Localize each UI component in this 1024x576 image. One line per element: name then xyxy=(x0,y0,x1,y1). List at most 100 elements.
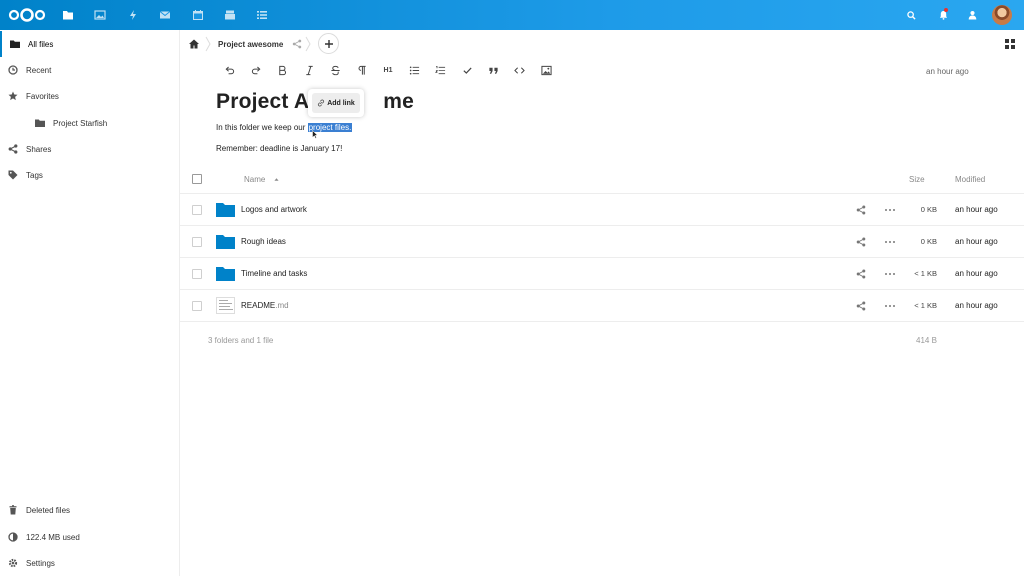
breadcrumb-current[interactable]: Project awesome xyxy=(218,40,283,49)
breadcrumb-separator-icon xyxy=(205,36,211,52)
more-options-icon[interactable] xyxy=(884,269,896,279)
quota-icon xyxy=(8,532,18,542)
tag-icon xyxy=(8,170,18,180)
sidebar-item-deleted-files[interactable]: Deleted files xyxy=(0,497,179,523)
paragraph-icon[interactable] xyxy=(354,63,368,77)
add-link-label: Add link xyxy=(327,99,355,107)
share-icon[interactable] xyxy=(856,237,866,247)
file-name[interactable]: Rough ideas xyxy=(241,237,286,246)
sidebar-item-label: Settings xyxy=(26,559,55,568)
mail-icon[interactable] xyxy=(156,6,174,24)
share-icon[interactable] xyxy=(856,269,866,279)
checklist-icon[interactable] xyxy=(460,63,474,77)
file-modified: an hour ago xyxy=(955,237,998,246)
column-header-name[interactable]: Name xyxy=(244,175,265,184)
share-icon xyxy=(8,144,18,154)
star-icon xyxy=(8,91,18,101)
photos-icon[interactable] xyxy=(91,6,109,24)
sort-ascending-icon xyxy=(274,178,279,181)
search-icon[interactable] xyxy=(904,8,918,22)
share-icon[interactable] xyxy=(856,205,866,215)
file-name[interactable]: Timeline and tasks xyxy=(241,269,307,278)
more-options-icon[interactable] xyxy=(884,237,896,247)
document-paragraph[interactable]: In this folder we keep our project files… xyxy=(216,123,353,132)
sidebar-item-shares[interactable]: Shares xyxy=(0,136,179,162)
sidebar-item-quota: 122.4 MB used xyxy=(0,524,179,550)
document-paragraph[interactable]: Remember: deadline is January 17! xyxy=(216,144,342,153)
table-row[interactable]: README.md < 1 KB an hour ago xyxy=(180,290,1024,322)
table-row[interactable]: Timeline and tasks < 1 KB an hour ago xyxy=(180,258,1024,290)
file-modified: an hour ago xyxy=(955,301,998,310)
file-name[interactable]: Logos and artwork xyxy=(241,205,307,214)
share-icon[interactable] xyxy=(856,301,866,311)
document-thumbnail-icon xyxy=(216,297,235,314)
table-row[interactable]: Rough ideas 0 KB an hour ago xyxy=(180,226,1024,258)
sidebar-item-label: Tags xyxy=(26,171,43,180)
row-checkbox[interactable] xyxy=(192,205,202,215)
redo-icon[interactable] xyxy=(249,63,263,77)
mouse-cursor-icon xyxy=(312,130,318,139)
share-icon[interactable] xyxy=(292,39,302,49)
numbered-list-icon[interactable] xyxy=(433,63,447,77)
trash-icon xyxy=(9,505,17,515)
breadcrumb-separator-icon xyxy=(305,36,311,52)
italic-icon[interactable] xyxy=(302,63,316,77)
more-options-icon[interactable] xyxy=(884,301,896,311)
home-icon[interactable] xyxy=(188,38,200,50)
folder-icon xyxy=(216,267,235,281)
add-link-button[interactable]: Add link xyxy=(312,93,360,113)
app-header xyxy=(0,0,1024,30)
file-name[interactable]: README.md xyxy=(241,301,289,310)
file-size: < 1 KB xyxy=(914,269,937,278)
file-modified: an hour ago xyxy=(955,269,998,278)
file-size: 0 KB xyxy=(920,205,937,214)
deck-icon[interactable] xyxy=(221,6,239,24)
sidebar-item-label: All files xyxy=(28,40,54,49)
row-checkbox[interactable] xyxy=(192,301,202,311)
undo-icon[interactable] xyxy=(222,63,236,77)
row-checkbox[interactable] xyxy=(192,237,202,247)
blockquote-icon[interactable] xyxy=(486,63,500,77)
folder-icon xyxy=(216,203,235,217)
folder-icon xyxy=(216,235,235,249)
sidebar-item-label: Project Starfish xyxy=(53,119,108,128)
sidebar-item-tags[interactable]: Tags xyxy=(0,162,179,188)
calendar-icon[interactable] xyxy=(189,6,207,24)
code-block-icon[interactable] xyxy=(512,63,526,77)
select-all-checkbox[interactable] xyxy=(192,174,202,184)
link-icon xyxy=(318,99,325,107)
title-text-end: me xyxy=(383,90,414,113)
avatar[interactable] xyxy=(992,5,1012,25)
file-modified: an hour ago xyxy=(955,205,998,214)
nextcloud-logo[interactable] xyxy=(8,8,46,22)
column-header-modified[interactable]: Modified xyxy=(955,175,985,184)
folder-icon xyxy=(10,40,20,48)
sidebar-item-recent[interactable]: Recent xyxy=(0,57,179,83)
grid-view-icon[interactable] xyxy=(1005,39,1015,49)
contacts-icon[interactable] xyxy=(965,8,979,22)
activity-icon[interactable] xyxy=(124,6,142,24)
sidebar-item-settings[interactable]: Settings xyxy=(0,550,179,576)
sidebar-item-label: Recent xyxy=(26,66,52,75)
table-row[interactable]: Logos and artwork 0 KB an hour ago xyxy=(180,194,1024,226)
sidebar-item-project-starfish[interactable]: Project Starfish xyxy=(0,110,179,136)
files-icon[interactable] xyxy=(59,6,77,24)
bold-icon[interactable] xyxy=(275,63,289,77)
notification-badge xyxy=(944,8,948,12)
strikethrough-icon[interactable] xyxy=(328,63,342,77)
heading-button[interactable]: H1 xyxy=(381,63,395,77)
more-options-icon[interactable] xyxy=(884,205,896,215)
sidebar-item-label: Shares xyxy=(26,145,52,154)
new-file-button[interactable] xyxy=(318,33,339,54)
tasks-icon[interactable] xyxy=(253,6,271,24)
bullet-list-icon[interactable] xyxy=(407,63,421,77)
column-header-size[interactable]: Size xyxy=(909,175,925,184)
insert-image-icon[interactable] xyxy=(539,63,553,77)
paragraph-text: In this folder we keep our xyxy=(216,123,308,132)
plus-icon xyxy=(324,39,333,48)
last-edit-time: an hour ago xyxy=(926,67,969,76)
row-checkbox[interactable] xyxy=(192,269,202,279)
sidebar-item-favorites[interactable]: Favorites xyxy=(0,83,179,109)
file-summary: 3 folders and 1 file xyxy=(208,336,274,345)
sidebar-item-all-files[interactable]: All files xyxy=(0,31,179,57)
